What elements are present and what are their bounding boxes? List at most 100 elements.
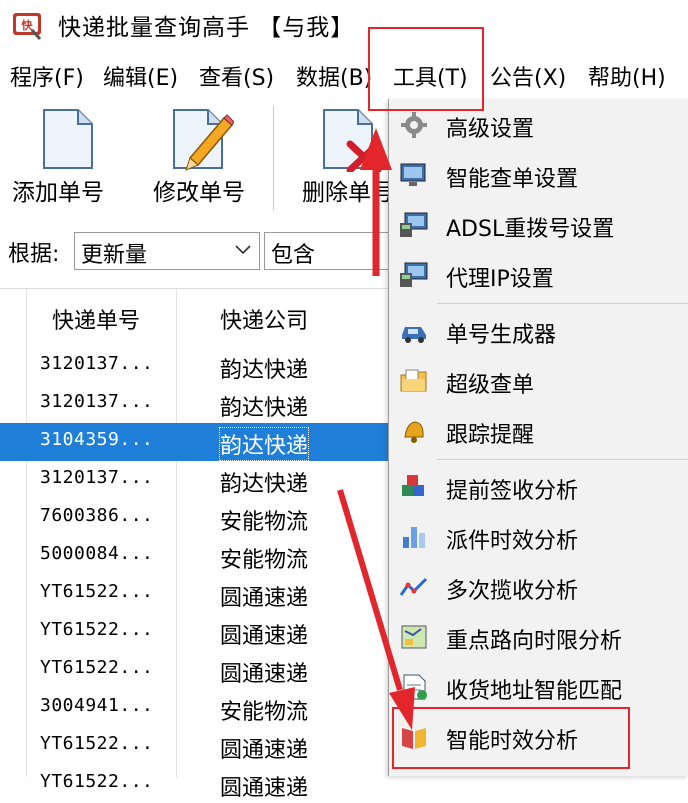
filter-field-value: 更新量 xyxy=(81,243,148,268)
map-icon xyxy=(399,623,429,651)
car-icon xyxy=(399,317,429,345)
tracking-number-cell: 3120137... xyxy=(40,391,154,412)
courier-company-cell: 韵达快递 xyxy=(220,358,309,383)
menu-bar: 程序(F) 编辑(E) 查看(S) 数据(B) 工具(T) 公告(X) 帮助(H… xyxy=(0,54,688,100)
courier-company-cell: 韵达快递 xyxy=(218,427,310,461)
menu-help[interactable]: 帮助(H) xyxy=(588,60,666,92)
table-row[interactable]: YT61522... 圆通速递 xyxy=(0,765,390,803)
menu-item-tools-1[interactable]: 智能查单设置 xyxy=(389,152,688,198)
menu-item-tools-2[interactable]: ADSL重拨号设置 xyxy=(389,202,688,248)
menu-program[interactable]: 程序(F) xyxy=(10,60,84,92)
delete-button-label: 删除单号 xyxy=(302,180,394,206)
folder-icon xyxy=(399,367,429,395)
table-row[interactable]: 3120137... 韵达快递 xyxy=(0,347,390,385)
table-row[interactable]: 7600386... 安能物流 xyxy=(0,499,390,537)
bar-chart-icon xyxy=(399,523,429,551)
table-row[interactable]: YT61522... 圆通速递 xyxy=(0,613,390,651)
courier-company-cell: 韵达快递 xyxy=(220,396,309,421)
tracking-table: 快递单号 快递公司 3120137... 韵达快递 3120137... 韵达快递 31… xyxy=(0,288,390,801)
menu-item-label: 超级查单 xyxy=(446,373,535,398)
menu-item-tools-3[interactable]: 代理IP设置 xyxy=(389,252,688,298)
toolbar-separator xyxy=(273,106,274,210)
menu-view[interactable]: 查看(S) xyxy=(199,60,274,92)
title-bar: 快 快递批量查询高手 【与我】 xyxy=(0,0,688,52)
table-row[interactable]: 3120137... 韵达快递 xyxy=(0,385,390,423)
courier-company-cell: 韵达快递 xyxy=(220,472,309,497)
courier-company-cell: 圆通速递 xyxy=(220,662,309,687)
menu-item-label: 收货地址智能匹配 xyxy=(446,679,623,704)
menu-item-label: 多次揽收分析 xyxy=(446,579,579,604)
tracking-number-cell: YT61522... xyxy=(40,657,154,678)
tracking-number-cell: YT61522... xyxy=(40,581,154,602)
annotation-box-smart-analysis xyxy=(392,707,630,769)
chevron-down-icon xyxy=(235,245,251,255)
document-icon xyxy=(399,673,429,701)
edit-button-label: 修改单号 xyxy=(153,180,245,206)
table-row[interactable]: 5000084... 安能物流 xyxy=(0,537,390,575)
app-logo-icon: 快 xyxy=(12,10,42,40)
monitor-network-icon xyxy=(399,261,429,289)
menu-notice[interactable]: 公告(X) xyxy=(490,60,566,92)
menu-edit[interactable]: 编辑(E) xyxy=(103,60,178,92)
courier-company-cell: 圆通速递 xyxy=(220,776,309,801)
table-row[interactable]: 3104359... 韵达快递 xyxy=(0,423,390,461)
courier-company-cell: 圆通速递 xyxy=(220,624,309,649)
courier-company-cell: 圆通速递 xyxy=(220,586,309,611)
menu-item-label: ADSL重拨号设置 xyxy=(446,217,615,242)
tracking-number-cell: 3104359... xyxy=(40,429,154,450)
menu-data[interactable]: 数据(B) xyxy=(296,60,372,92)
tracking-number-cell: 7600386... xyxy=(40,505,154,526)
filter-op-select[interactable]: 包含 xyxy=(264,232,394,270)
filter-field-select[interactable]: 更新量 xyxy=(74,232,260,270)
column-header-number[interactable]: 快递单号 xyxy=(52,303,140,335)
filter-row: 根据: 更新量 包含 xyxy=(0,224,394,282)
menu-item-label: 智能查单设置 xyxy=(446,167,579,192)
menu-item-label: 高级设置 xyxy=(446,117,535,142)
pencil-document-icon xyxy=(170,108,235,176)
menu-item-label: 代理IP设置 xyxy=(446,267,554,292)
tracking-number-cell: YT61522... xyxy=(40,771,154,792)
courier-company-cell: 安能物流 xyxy=(220,548,309,573)
tools-dropdown-menu: 高级设置智能查单设置 ADSL重拨号设置 代理IP设置 单号生成器超级查单跟踪提醒提前… xyxy=(388,99,688,776)
menu-separator xyxy=(437,459,688,460)
tracking-number-cell: 3120137... xyxy=(40,467,154,488)
menu-item-tools-9[interactable]: 多次揽收分析 xyxy=(389,564,688,610)
column-header-company[interactable]: 快递公司 xyxy=(220,303,308,335)
monitor-network-icon xyxy=(399,211,429,239)
tracking-number-cell: 3120137... xyxy=(40,353,154,374)
tracking-number-cell: YT61522... xyxy=(40,733,154,754)
courier-company-cell: 安能物流 xyxy=(220,510,309,535)
svg-text:快: 快 xyxy=(21,18,34,32)
menu-item-tools-4[interactable]: 单号生成器 xyxy=(389,308,688,354)
add-button-label: 添加单号 xyxy=(12,180,104,206)
toolbar: 添加单号 修改单号 删除单号 xyxy=(0,100,394,222)
table-row[interactable]: YT61522... 圆通速递 xyxy=(0,727,390,765)
filter-label: 根据: xyxy=(8,242,60,267)
table-row[interactable]: YT61522... 圆通速递 xyxy=(0,575,390,613)
menu-item-tools-8[interactable]: 派件时效分析 xyxy=(389,514,688,560)
menu-item-tools-7[interactable]: 提前签收分析 xyxy=(389,464,688,510)
gear-icon xyxy=(399,111,429,139)
cubes-icon xyxy=(399,473,429,501)
window-title: 快递批量查询高手 【与我】 xyxy=(58,15,355,41)
tracking-number-cell: 5000084... xyxy=(40,543,154,564)
menu-item-tools-6[interactable]: 跟踪提醒 xyxy=(389,408,688,454)
tracking-number-cell: YT61522... xyxy=(40,619,154,640)
table-row[interactable]: 3004941... 安能物流 xyxy=(0,689,390,727)
table-row[interactable]: 3120137... 韵达快递 xyxy=(0,461,390,499)
menu-item-tools-11[interactable]: 收货地址智能匹配 xyxy=(389,664,688,710)
table-row[interactable]: YT61522... 圆通速递 xyxy=(0,651,390,689)
monitor-icon xyxy=(399,161,429,189)
menu-item-label: 派件时效分析 xyxy=(446,529,579,554)
filter-op-value: 包含 xyxy=(271,243,316,268)
menu-item-label: 单号生成器 xyxy=(446,323,557,348)
line-chart-icon xyxy=(399,573,429,601)
menu-item-tools-5[interactable]: 超级查单 xyxy=(389,358,688,404)
tracking-number-cell: 3004941... xyxy=(40,695,154,716)
menu-item-label: 重点路向时限分析 xyxy=(446,629,623,654)
menu-item-tools-10[interactable]: 重点路向时限分析 xyxy=(389,614,688,660)
courier-company-cell: 安能物流 xyxy=(220,700,309,725)
delete-document-icon xyxy=(320,108,384,176)
annotation-box-tools-menu xyxy=(368,27,484,111)
menu-separator xyxy=(437,303,688,304)
